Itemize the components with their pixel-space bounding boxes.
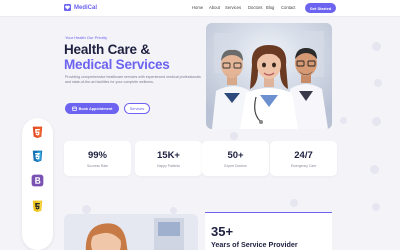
logo[interactable]: MediCal bbox=[64, 4, 97, 11]
heart-logo-icon bbox=[64, 4, 71, 11]
stat-label: Happy Patients bbox=[157, 164, 180, 168]
decor-dot bbox=[340, 117, 347, 124]
decor-dot bbox=[370, 165, 379, 174]
hero-background bbox=[0, 17, 400, 250]
hero-description: Providing comprehensive healthcare servi… bbox=[65, 75, 201, 85]
about-image bbox=[64, 214, 198, 250]
stat-card-doctors: 50+ Expert Doctors bbox=[202, 141, 269, 176]
decor-dot bbox=[290, 199, 298, 207]
doctors-illustration bbox=[206, 23, 332, 129]
stat-value: 50+ bbox=[227, 150, 244, 161]
stat-label: Expert Doctors bbox=[224, 164, 247, 168]
decor-dot bbox=[82, 205, 91, 214]
stat-value: 99% bbox=[87, 150, 107, 161]
stat-value: 15K+ bbox=[157, 150, 180, 161]
nav-about[interactable]: About bbox=[209, 5, 225, 10]
stat-label: Success Rate bbox=[87, 164, 108, 168]
decor-dot bbox=[372, 117, 381, 126]
about-illustration bbox=[64, 214, 198, 250]
decor-dot bbox=[372, 42, 381, 51]
javascript-icon bbox=[29, 198, 46, 215]
book-appointment-label: Book Appointment bbox=[78, 106, 113, 111]
hero-title-highlight: Medical Services bbox=[64, 57, 170, 72]
decor-dot bbox=[170, 207, 177, 214]
css3-icon bbox=[29, 148, 46, 165]
nav-home[interactable]: Home bbox=[192, 5, 209, 10]
decor-dot bbox=[374, 79, 382, 87]
nav-doctors[interactable]: Doctors bbox=[248, 5, 266, 10]
tech-badge-sidebar bbox=[22, 118, 53, 250]
calendar-icon bbox=[71, 106, 77, 111]
nav-services[interactable]: Services bbox=[225, 5, 248, 10]
book-appointment-button[interactable]: Book Appointment bbox=[65, 103, 119, 114]
decor-dot bbox=[230, 132, 238, 140]
html5-icon bbox=[29, 124, 46, 141]
nav-contact[interactable]: Contact bbox=[281, 5, 299, 10]
site-header: MediCal Home About Services Doctors Blog… bbox=[0, 0, 400, 17]
doctors-image bbox=[206, 23, 332, 129]
nav-blog[interactable]: Blog bbox=[266, 5, 281, 10]
get-started-button[interactable]: Get Started bbox=[305, 3, 336, 13]
stat-value: 24/7 bbox=[294, 150, 313, 161]
hero-title: Health Care & bbox=[64, 42, 150, 57]
years-number: 35+ bbox=[211, 224, 234, 239]
bootstrap-icon bbox=[29, 172, 46, 189]
stat-card-success: 99% Success Rate bbox=[64, 141, 131, 176]
decor-dot bbox=[372, 203, 380, 211]
stat-card-patients: 15K+ Happy Patients bbox=[135, 141, 202, 176]
logo-text: MediCal bbox=[74, 4, 98, 11]
services-button[interactable]: Services bbox=[124, 103, 150, 114]
hero-eyebrow: Your Health Our Priority bbox=[65, 35, 108, 40]
stat-card-emergency: 24/7 Emergency Care bbox=[270, 141, 337, 176]
stat-label: Emergency Care bbox=[290, 164, 317, 168]
main-nav: Home About Services Doctors Blog Contact bbox=[192, 5, 299, 10]
years-caption: Years of Service Provider bbox=[211, 240, 298, 249]
